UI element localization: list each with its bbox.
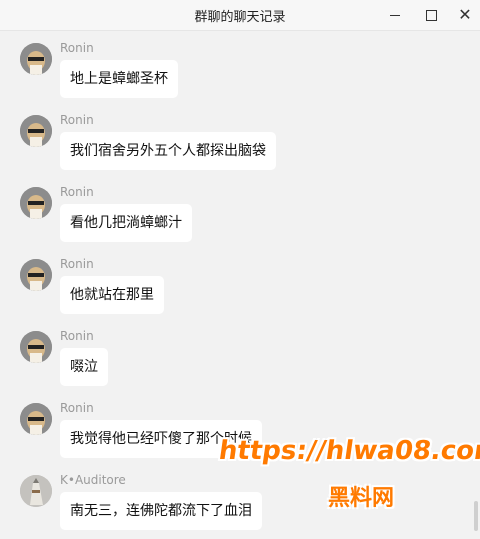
avatar-image <box>20 43 52 75</box>
sender-name: Ronin <box>60 113 94 127</box>
message-bubble[interactable]: 我们宿舍另外五个人都探出脑袋 <box>60 132 276 170</box>
title-bar: 群聊的聊天记录 ✕ <box>0 0 480 31</box>
message-bubble[interactable]: 啜泣 <box>60 348 108 386</box>
avatar-image <box>20 259 52 291</box>
watermark-url: https://hlwa08.com <box>216 436 480 466</box>
message-item: Ronin 啜泣 <box>0 319 470 389</box>
maximize-icon <box>425 9 437 21</box>
avatar[interactable] <box>20 187 52 219</box>
scroll-thumb[interactable] <box>474 501 478 531</box>
sender-name: Ronin <box>60 41 94 55</box>
avatar[interactable] <box>20 403 52 435</box>
sender-name: Ronin <box>60 257 94 271</box>
message-item: Ronin 他就站在那里 <box>0 247 470 317</box>
message-item: Ronin 看他几把淌蟑螂汁 <box>0 175 470 245</box>
avatar-image <box>20 475 52 507</box>
sender-name: Ronin <box>60 185 94 199</box>
message-bubble[interactable]: 看他几把淌蟑螂汁 <box>60 204 192 242</box>
avatar[interactable] <box>20 475 52 507</box>
maximize-button[interactable] <box>416 0 446 30</box>
message-item: Ronin 我们宿舍另外五个人都探出脑袋 <box>0 103 470 173</box>
minimize-button[interactable] <box>380 0 410 30</box>
message-item: K•Auditore 南无三，连佛陀都流下了血泪 <box>0 463 470 533</box>
avatar-image <box>20 403 52 435</box>
close-icon: ✕ <box>458 5 472 24</box>
avatar[interactable] <box>20 331 52 363</box>
close-button[interactable]: ✕ <box>450 0 480 30</box>
message-bubble[interactable]: 他就站在那里 <box>60 276 164 314</box>
avatar[interactable] <box>20 115 52 147</box>
sender-name: Ronin <box>60 329 94 343</box>
sender-name: Ronin <box>60 401 94 415</box>
message-bubble[interactable]: 地上是蟑螂圣杯 <box>60 60 178 98</box>
avatar-image <box>20 331 52 363</box>
avatar-image <box>20 187 52 219</box>
avatar[interactable] <box>20 43 52 75</box>
minimize-icon <box>390 14 400 16</box>
message-item: Ronin 地上是蟑螂圣杯 <box>0 31 470 101</box>
watermark-name: 黑料网 <box>328 486 395 511</box>
avatar-image <box>20 115 52 147</box>
sender-name: K•Auditore <box>60 473 126 487</box>
avatar[interactable] <box>20 259 52 291</box>
message-bubble[interactable]: 南无三，连佛陀都流下了血泪 <box>60 492 262 530</box>
